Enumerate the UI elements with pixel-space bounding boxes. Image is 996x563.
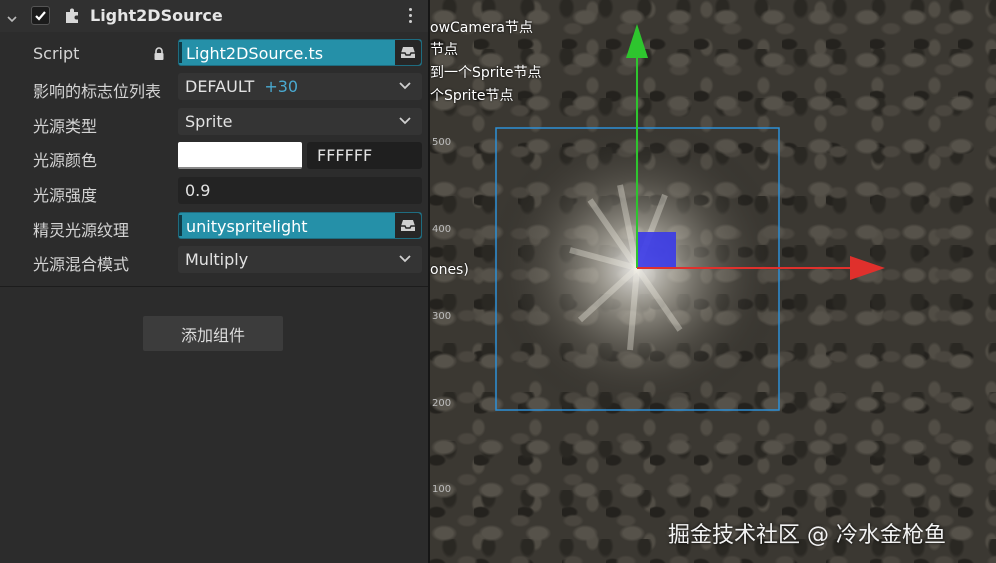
chevron-down-icon <box>399 255 411 263</box>
intensity-label: 光源强度 <box>33 186 98 205</box>
layers-value: DEFAULT <box>185 77 255 96</box>
layers-extra-count: +30 <box>264 77 299 96</box>
script-row: Script Light2DSource.ts <box>0 38 428 68</box>
scene-hint: 个Sprite节点 <box>430 88 514 104</box>
script-asset-field[interactable]: Light2DSource.ts <box>178 39 422 66</box>
ruler-tick: 400 <box>432 224 452 235</box>
component-header: Light2DSource <box>0 0 428 32</box>
chevron-down-icon <box>399 82 411 90</box>
inspector-panel: Light2DSource Script Light2DSource.ts 影响… <box>0 0 430 563</box>
intensity-input[interactable]: 0.9 <box>178 177 422 204</box>
script-asset-value: Light2DSource.ts <box>186 44 324 63</box>
ruler-tick: 300 <box>432 311 452 322</box>
gizmo-y-arrow[interactable] <box>626 24 648 58</box>
chevron-down-icon <box>399 117 411 125</box>
sprite-texture-label: 精灵光源纹理 <box>33 221 130 240</box>
scene-hint: ones) <box>430 262 469 278</box>
node-square[interactable] <box>637 232 676 268</box>
lock-icon <box>153 46 165 65</box>
intensity-value: 0.9 <box>185 181 211 200</box>
tray-icon <box>401 47 415 58</box>
chevron-down-icon[interactable] <box>7 9 17 23</box>
color-swatch[interactable] <box>178 142 302 169</box>
blend-mode-select[interactable]: Multiply <box>178 246 422 273</box>
tray-icon <box>401 220 415 231</box>
scene-hint: 节点 <box>430 42 458 58</box>
light-color-label: 光源颜色 <box>33 151 98 170</box>
component-title: Light2DSource <box>90 6 223 25</box>
asset-picker-button[interactable] <box>395 213 421 238</box>
light-type-row: 光源类型 Sprite <box>0 107 428 137</box>
gizmo-x-arrow[interactable] <box>850 256 885 280</box>
sprite-texture-asset-field[interactable]: unityspritelight <box>178 212 422 239</box>
scene-view[interactable]: owCamera节点 节点 到一个Sprite节点 个Sprite节点 ones… <box>430 0 996 563</box>
puzzle-icon <box>63 6 82 25</box>
light-type-label: 光源类型 <box>33 117 98 136</box>
blend-mode-label: 光源混合模式 <box>33 255 130 274</box>
add-component-button[interactable]: 添加组件 <box>143 316 283 351</box>
scene-hint: owCamera节点 <box>430 20 533 36</box>
script-label: Script <box>33 44 80 63</box>
color-hex-value: FFFFFF <box>317 146 373 165</box>
ruler-tick: 200 <box>432 398 452 409</box>
light-type-value: Sprite <box>185 112 233 131</box>
asset-picker-button[interactable] <box>395 40 421 65</box>
intensity-row: 光源强度 0.9 <box>0 176 428 206</box>
color-hex-input[interactable]: FFFFFF <box>307 142 422 169</box>
blend-mode-value: Multiply <box>185 250 249 269</box>
ruler-tick: 100 <box>432 484 452 495</box>
ruler-tick: 500 <box>432 137 452 148</box>
sprite-texture-row: 精灵光源纹理 unityspritelight <box>0 211 428 241</box>
layers-row: 影响的标志位列表 DEFAULT +30 <box>0 72 428 102</box>
scene-canvas <box>487 24 885 418</box>
sprite-texture-value: unityspritelight <box>186 217 308 236</box>
more-options-icon[interactable] <box>404 6 416 26</box>
layers-select[interactable]: DEFAULT +30 <box>178 73 422 100</box>
light-type-select[interactable]: Sprite <box>178 108 422 135</box>
blend-mode-row: 光源混合模式 Multiply <box>0 245 428 275</box>
component-enabled-checkbox[interactable] <box>31 6 50 25</box>
divider <box>0 286 428 287</box>
scene-hint: 到一个Sprite节点 <box>430 65 542 81</box>
layers-label: 影响的标志位列表 <box>33 82 162 101</box>
watermark: 掘金技术社区 @ 冷水金枪鱼 <box>668 523 946 548</box>
light-color-row: 光源颜色 FFFFFF <box>0 141 428 171</box>
